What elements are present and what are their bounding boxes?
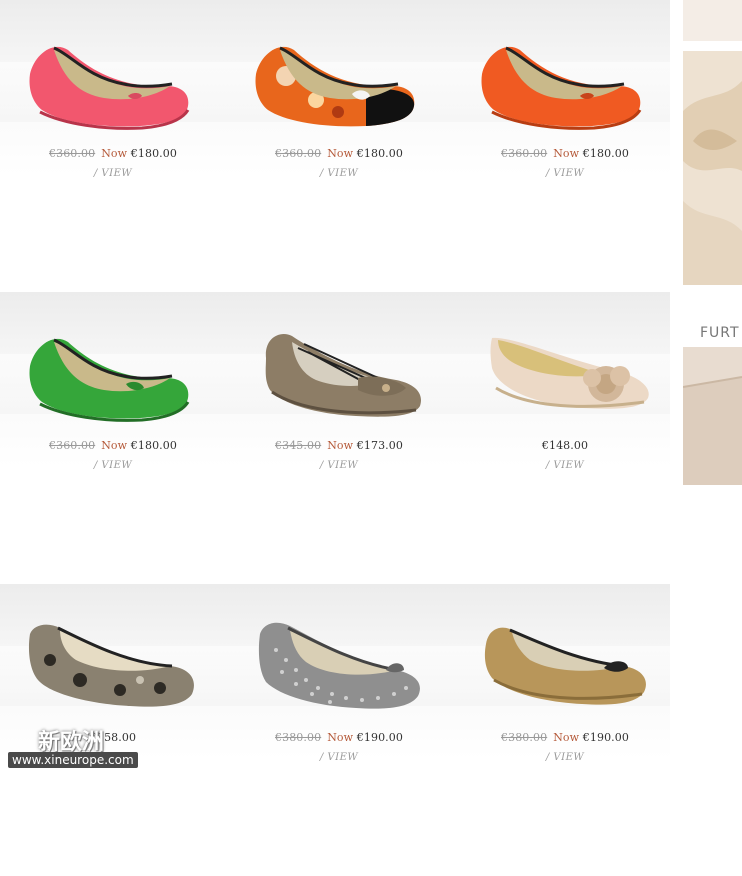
now-label: Now (553, 731, 580, 744)
price-line: €360.00 Now €180.00 (0, 439, 226, 452)
old-price: €380.00 (501, 731, 548, 744)
product-card[interactable]: €358.00 / VIEW (0, 600, 226, 820)
current-price: €173.00 (356, 439, 403, 452)
ballet-flat-image (255, 46, 415, 127)
current-price: €180.00 (356, 147, 403, 160)
price-line: €380.00 Now €190.00 (452, 731, 678, 744)
studded-flat-image (258, 622, 420, 709)
current-price: €148.00 (541, 439, 589, 452)
moccasin-image (265, 334, 421, 417)
old-price: €360.00 (49, 439, 96, 452)
now-label: Now (327, 439, 354, 452)
old-price: €380.00 (275, 731, 322, 744)
shoe-image[interactable] (20, 610, 206, 728)
watermark-url: www.xineurope.com (8, 752, 138, 768)
view-link[interactable]: / VIEW (452, 460, 678, 471)
current-price: €190.00 (582, 731, 629, 744)
price-line: €345.00 Now €173.00 (226, 439, 452, 452)
price-line: €360.00 Now €180.00 (452, 147, 678, 160)
now-label: Now (101, 147, 128, 160)
current-price: €190.00 (356, 731, 403, 744)
ballet-flat-image (29, 46, 190, 130)
further-heading: FURT (700, 325, 740, 341)
view-link[interactable]: / VIEW (452, 752, 678, 763)
flower-flat-image (490, 337, 649, 409)
product-card[interactable]: €360.00 Now €180.00 / VIEW (226, 16, 452, 236)
price-line: €148.00 (452, 439, 678, 452)
view-link[interactable]: / VIEW (226, 168, 452, 179)
current-price: €180.00 (582, 147, 629, 160)
product-card[interactable]: €148.00 / VIEW (452, 308, 678, 528)
product-card[interactable]: €345.00 Now €173.00 / VIEW (226, 308, 452, 528)
promo-banner-top[interactable] (683, 0, 742, 41)
shoe-image[interactable] (20, 318, 206, 436)
shoe-image[interactable] (20, 26, 206, 144)
product-card[interactable]: €360.00 Now €180.00 / VIEW (0, 16, 226, 236)
product-card[interactable]: €360.00 Now €180.00 / VIEW (0, 308, 226, 528)
old-price: €360.00 (275, 147, 322, 160)
shoe-image[interactable] (246, 26, 432, 144)
view-link[interactable]: / VIEW (0, 460, 226, 471)
now-label: Now (101, 439, 128, 452)
view-link[interactable]: / VIEW (0, 168, 226, 179)
view-link[interactable]: / VIEW (452, 168, 678, 179)
price-line: €380.00 Now €190.00 (226, 731, 452, 744)
product-card[interactable]: €380.00 Now €190.00 / VIEW (226, 600, 452, 820)
shoe-image[interactable] (472, 610, 658, 728)
ballet-flat-image (29, 338, 190, 422)
old-price: €360.00 (501, 147, 548, 160)
leopard-flat-image (28, 624, 194, 707)
right-sidebar: FURT (670, 0, 742, 779)
old-price: €360.00 (49, 147, 96, 160)
promo-banner-box[interactable] (683, 347, 742, 485)
current-price: €180.00 (130, 147, 177, 160)
ballet-flat-image (481, 46, 642, 130)
current-price: €180.00 (130, 439, 177, 452)
shoe-image[interactable] (246, 318, 432, 436)
product-card[interactable]: €360.00 Now €180.00 / VIEW (452, 16, 678, 236)
price-line: €360.00 Now €180.00 (226, 147, 452, 160)
silk-bow-image (683, 51, 742, 285)
product-grid: €360.00 Now €180.00 / VIEW €360.00 Now €18… (0, 0, 670, 876)
shoe-image[interactable] (472, 26, 658, 144)
gold-flat-image (484, 627, 646, 705)
price-line: €360.00 Now €180.00 (0, 147, 226, 160)
view-link[interactable]: / VIEW (226, 460, 452, 471)
promo-banner-image[interactable] (683, 51, 742, 285)
now-label: Now (327, 147, 354, 160)
old-price: €345.00 (275, 439, 322, 452)
product-card[interactable]: €380.00 Now €190.00 / VIEW (452, 600, 678, 820)
gift-box-image (683, 347, 742, 485)
now-label: Now (553, 147, 580, 160)
shoe-image[interactable] (246, 610, 432, 728)
now-label: Now (327, 731, 354, 744)
view-link[interactable]: / VIEW (226, 752, 452, 763)
site-watermark: 新欧洲 www.xineurope.com (0, 724, 156, 776)
shoe-image[interactable] (472, 318, 658, 436)
